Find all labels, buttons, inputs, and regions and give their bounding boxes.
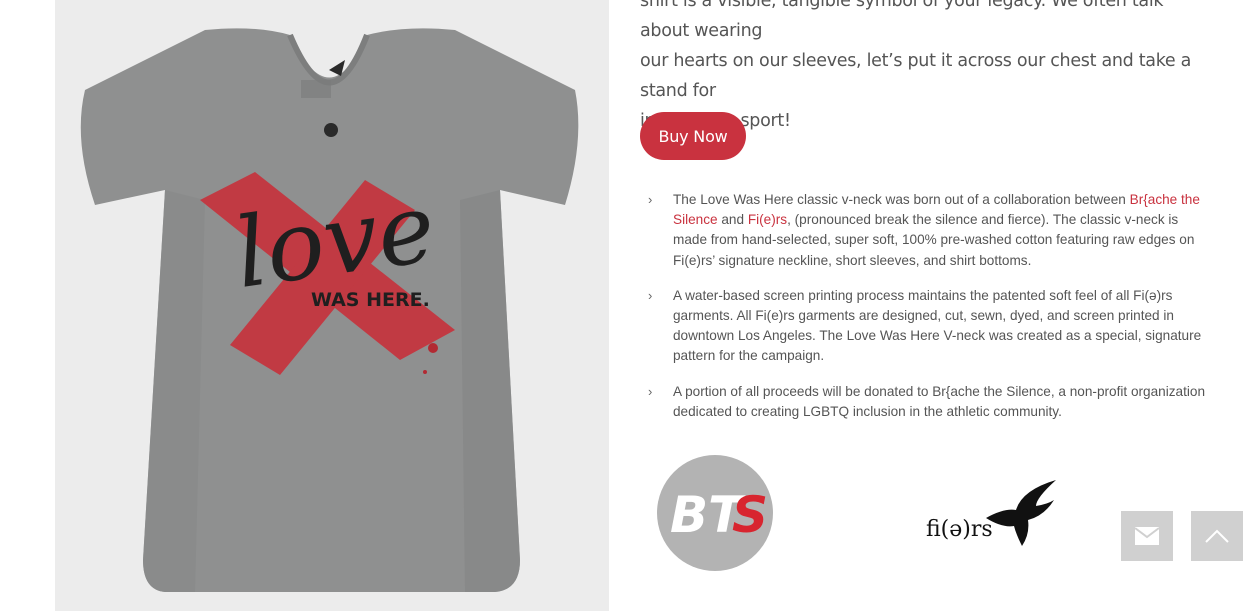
chevron-right-icon: › bbox=[648, 383, 653, 399]
chevron-up-icon bbox=[1205, 529, 1229, 543]
fiers-link[interactable]: Fi(e)rs bbox=[748, 212, 787, 227]
contact-button[interactable] bbox=[1121, 511, 1173, 561]
list-item: › The Love Was Here classic v-neck was b… bbox=[646, 190, 1206, 271]
shirt-tagline-text: WAS HERE. bbox=[311, 289, 430, 311]
feature-text: A portion of all proceeds will be donate… bbox=[673, 383, 1206, 419]
tshirt-illustration: love WAS HERE. bbox=[55, 0, 609, 611]
scroll-to-top-button[interactable] bbox=[1191, 511, 1243, 561]
product-image: love WAS HERE. bbox=[55, 0, 609, 611]
list-item: › A water-based screen printing process … bbox=[646, 286, 1206, 367]
fiers-logo-text: fi(ə)rs bbox=[926, 517, 993, 542]
feature-text: and bbox=[717, 212, 748, 228]
feature-list: › The Love Was Here classic v-neck was b… bbox=[646, 190, 1206, 437]
chevron-right-icon: › bbox=[648, 192, 653, 207]
feature-text: A water-based screen printing process ma… bbox=[673, 287, 1202, 364]
envelope-icon bbox=[1134, 527, 1160, 545]
list-item: › A portion of all proceeds will be dona… bbox=[646, 382, 1206, 422]
bts-logo: BT S bbox=[656, 454, 774, 572]
buy-now-button[interactable]: Buy Now bbox=[640, 112, 746, 160]
intro-line-2: our hearts on our sleeves, let’s put it … bbox=[640, 51, 1192, 101]
fiers-logo: fi(ə)rs bbox=[924, 470, 1064, 554]
bts-logo-text-accent: S bbox=[732, 486, 768, 544]
chevron-right-icon: › bbox=[648, 287, 653, 303]
feature-text: The Love Was Here classic v-neck was bor… bbox=[673, 192, 1130, 207]
intro-line-1: shirt is a visible, tangible symbol of y… bbox=[640, 0, 1164, 41]
